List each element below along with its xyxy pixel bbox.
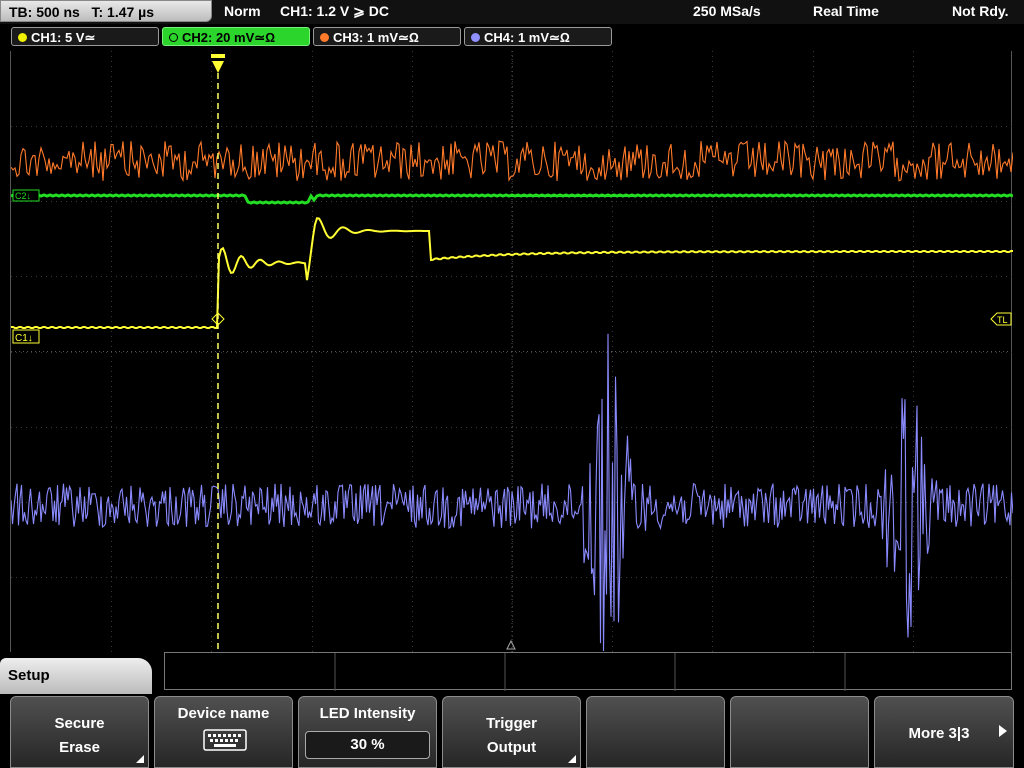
ch1-marker-label: C1↓ (15, 333, 33, 344)
channel-tab-ch2[interactable]: CH2: 20 mV≃Ω (162, 27, 310, 46)
trigger-mode[interactable]: Norm (224, 0, 261, 22)
ch1-indicator-icon (18, 33, 27, 43)
channel-label: CH4: 1 mV≃Ω (484, 30, 570, 45)
ch4-indicator-icon (471, 33, 480, 43)
softkey-label: Erase (59, 739, 100, 756)
softkey-label: Secure (54, 715, 105, 732)
softkey-label: More 3|3 (908, 725, 970, 742)
softkey-label: LED Intensity (319, 705, 416, 722)
trigger-level-label: TL (997, 315, 1008, 325)
acquisition-mode: Real Time (813, 3, 879, 19)
channel-tab-ch4[interactable]: CH4: 1 mV≃Ω (464, 27, 612, 46)
ch3-indicator-icon (320, 33, 329, 43)
softkey-label: Output (486, 739, 537, 756)
channel-tabs: CH1: 5 V≃ CH2: 20 mV≃Ω CH3: 1 mV≃Ω CH4: … (0, 24, 1024, 50)
led-intensity-button[interactable]: LED Intensity 30 % (298, 696, 437, 768)
channel-label: CH1: 5 V≃ (31, 30, 96, 45)
acquisition-state: Not Rdy. (952, 3, 1009, 19)
submenu-corner-icon (568, 755, 576, 763)
menu-info-strip (164, 652, 1012, 691)
sample-rate: 250 MSa/s (693, 3, 761, 19)
menu-title: Setup (0, 658, 152, 694)
more-button[interactable]: More 3|3 (874, 696, 1014, 768)
time-reference-marker (506, 639, 516, 650)
secure-erase-button[interactable]: Secure Erase (10, 696, 149, 768)
trigger-level-marker[interactable]: TL (990, 312, 1012, 326)
trigger-time-value: T: 1.47 µs (91, 4, 155, 20)
channel-tab-ch1[interactable]: CH1: 5 V≃ (11, 27, 159, 46)
timebase-box[interactable]: TB: 500 ns T: 1.47 µs (0, 0, 212, 22)
waveform-canvas[interactable]: C1↓ C2↓ TL (11, 51, 1013, 652)
softkey-label: Device name (177, 705, 270, 722)
graticule (11, 51, 1013, 652)
device-name-button[interactable]: Device name (154, 696, 293, 768)
submenu-corner-icon (136, 755, 144, 763)
softkey-blank-5[interactable] (586, 696, 725, 768)
led-intensity-value: 30 % (305, 731, 430, 759)
ch2-indicator-icon (169, 33, 178, 43)
channel-label: CH2: 20 mV≃Ω (182, 30, 276, 45)
trigger-output-button[interactable]: Trigger Output (442, 696, 581, 768)
ch2-ground-marker[interactable]: C2↓ (12, 189, 40, 202)
keyboard-icon (203, 729, 247, 751)
softkey-blank-6[interactable] (730, 696, 869, 768)
waveform-display[interactable]: C1↓ C2↓ TL (10, 51, 1013, 652)
channel-tab-ch3[interactable]: CH3: 1 mV≃Ω (313, 27, 461, 46)
trigger-position-marker[interactable] (211, 54, 225, 73)
next-page-arrow-icon (999, 725, 1007, 737)
ch2-marker-label: C2↓ (15, 191, 31, 201)
channel-label: CH3: 1 mV≃Ω (333, 30, 419, 45)
softkey-label: Trigger (486, 715, 537, 732)
trigger-setting[interactable]: CH1: 1.2 V ⩾ DC (280, 0, 389, 22)
status-bar: TB: 500 ns T: 1.47 µs Norm CH1: 1.2 V ⩾ … (0, 0, 1024, 24)
ch1-ground-marker[interactable]: C1↓ (12, 329, 40, 344)
timebase-value: TB: 500 ns (9, 4, 80, 20)
strip-dividers (334, 653, 846, 691)
softkey-menu: Setup Secure Erase Device name LED Inten… (0, 652, 1024, 768)
